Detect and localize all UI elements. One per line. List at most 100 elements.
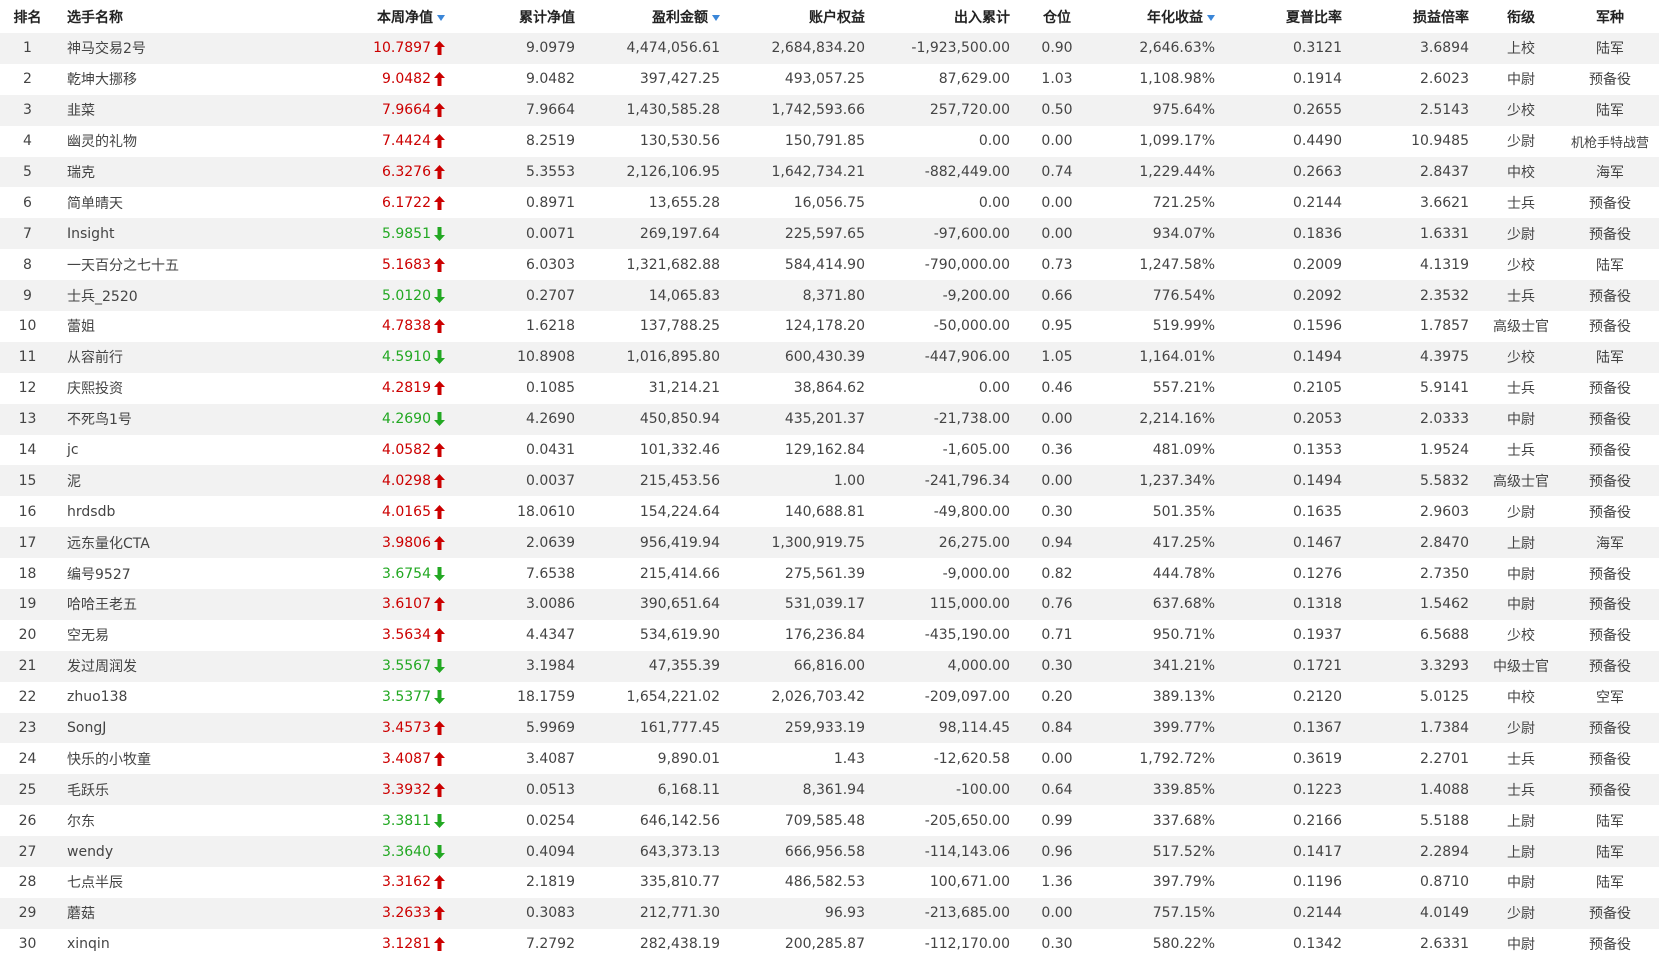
week-nav-cell: 3.4087 bbox=[335, 743, 457, 775]
player-name-link[interactable]: 从容前行 bbox=[55, 341, 335, 373]
player-name-link[interactable]: jc bbox=[55, 434, 335, 466]
player-name-link[interactable]: wendy bbox=[55, 836, 335, 868]
plratio-cell: 1.7857 bbox=[1354, 311, 1481, 342]
inout-cell: -205,650.00 bbox=[877, 805, 1022, 837]
table-row[interactable]: 10 蕾姐 4.7838 1.6218 137,788.25 124,178.2… bbox=[0, 311, 1659, 342]
player-name-link[interactable]: 编号9527 bbox=[55, 558, 335, 590]
table-row[interactable]: 14 jc 4.0582 0.0431 101,332.46 129,162.8… bbox=[0, 434, 1659, 466]
week-nav-cell: 5.0120 bbox=[335, 280, 457, 312]
table-row[interactable]: 11 从容前行 4.5910 10.8908 1,016,895.80 600,… bbox=[0, 341, 1659, 373]
player-name-link[interactable]: 空无易 bbox=[55, 619, 335, 651]
player-name-link[interactable]: 庆熙投资 bbox=[55, 372, 335, 404]
player-name-link[interactable]: xinqin bbox=[55, 928, 335, 960]
header-cum-nav[interactable]: 累计净值 bbox=[457, 0, 587, 33]
player-name-link[interactable]: 士兵_2520 bbox=[55, 280, 335, 312]
header-profit[interactable]: 盈利金额 bbox=[587, 0, 732, 33]
week-nav-cell: 3.5634 bbox=[335, 619, 457, 651]
table-row[interactable]: 18 编号9527 3.6754 7.6538 215,414.66 275,5… bbox=[0, 558, 1659, 590]
player-name-link[interactable]: SongJ bbox=[55, 712, 335, 744]
header-sharpe[interactable]: 夏普比率 bbox=[1227, 0, 1354, 33]
header-annual[interactable]: 年化收益 bbox=[1092, 0, 1227, 33]
header-rank[interactable]: 排名 bbox=[0, 0, 55, 33]
header-inout[interactable]: 出入累计 bbox=[877, 0, 1022, 33]
header-week-nav[interactable]: 本周净值 bbox=[335, 0, 457, 33]
table-row[interactable]: 9 士兵_2520 5.0120 0.2707 14,065.83 8,371.… bbox=[0, 280, 1659, 312]
player-name-link[interactable]: 韭菜 bbox=[55, 94, 335, 126]
player-name-link[interactable]: 七点半辰 bbox=[55, 867, 335, 898]
rank-title-cell: 士兵 bbox=[1481, 187, 1561, 219]
player-name-link[interactable]: 瑞克 bbox=[55, 156, 335, 188]
table-row[interactable]: 7 Insight 5.9851 0.0071 269,197.64 225,5… bbox=[0, 218, 1659, 250]
profit-cell: 646,142.56 bbox=[587, 805, 732, 837]
sharpe-cell: 0.1276 bbox=[1227, 558, 1354, 590]
table-row[interactable]: 4 幽灵的礼物 7.4424 8.2519 130,530.56 150,791… bbox=[0, 125, 1659, 157]
cum-nav-cell: 7.2792 bbox=[457, 928, 587, 960]
down-arrow-icon bbox=[434, 350, 445, 365]
plratio-cell: 2.2701 bbox=[1354, 743, 1481, 775]
profit-cell: 31,214.21 bbox=[587, 372, 732, 404]
table-row[interactable]: 28 七点半辰 3.3162 2.1819 335,810.77 486,582… bbox=[0, 867, 1659, 898]
player-name-link[interactable]: 蘑菇 bbox=[55, 897, 335, 929]
table-row[interactable]: 16 hrdsdb 4.0165 18.0610 154,224.64 140,… bbox=[0, 496, 1659, 528]
header-name[interactable]: 选手名称 bbox=[55, 0, 335, 33]
table-row[interactable]: 25 毛跃乐 3.3932 0.0513 6,168.11 8,361.94 -… bbox=[0, 774, 1659, 806]
table-row[interactable]: 13 不死鸟1号 4.2690 4.2690 450,850.94 435,20… bbox=[0, 403, 1659, 435]
table-row[interactable]: 12 庆熙投资 4.2819 0.1085 31,214.21 38,864.6… bbox=[0, 372, 1659, 404]
table-row[interactable]: 15 泥 4.0298 0.0037 215,453.56 1.00 -241,… bbox=[0, 465, 1659, 497]
table-row[interactable]: 29 蘑菇 3.2633 0.3083 212,771.30 96.93 -21… bbox=[0, 897, 1659, 929]
table-row[interactable]: 6 简单晴天 6.1722 0.8971 13,655.28 16,056.75… bbox=[0, 187, 1659, 219]
annual-cell: 2,214.16% bbox=[1092, 403, 1227, 435]
player-name-link[interactable]: 远东量化CTA bbox=[55, 527, 335, 559]
player-name-link[interactable]: 尔东 bbox=[55, 805, 335, 837]
player-name-link[interactable]: 乾坤大挪移 bbox=[55, 63, 335, 95]
player-name-link[interactable]: 发过周润发 bbox=[55, 650, 335, 682]
player-name-link[interactable]: 幽灵的礼物 bbox=[55, 125, 335, 157]
table-row[interactable]: 20 空无易 3.5634 4.4347 534,619.90 176,236.… bbox=[0, 619, 1659, 651]
player-name-link[interactable]: zhuo138 bbox=[55, 681, 335, 713]
table-row[interactable]: 8 一天百分之七十五 5.1683 6.0303 1,321,682.88 58… bbox=[0, 249, 1659, 281]
table-row[interactable]: 22 zhuo138 3.5377 18.1759 1,654,221.02 2… bbox=[0, 681, 1659, 713]
player-name-link[interactable]: 神马交易2号 bbox=[55, 33, 335, 64]
sort-down-icon[interactable] bbox=[712, 14, 720, 21]
table-row[interactable]: 5 瑞克 6.3276 5.3553 2,126,106.95 1,642,73… bbox=[0, 156, 1659, 188]
header-army[interactable]: 军种 bbox=[1561, 0, 1659, 33]
army-cell: 陆军 bbox=[1561, 867, 1659, 898]
table-row[interactable]: 24 快乐的小牧童 3.4087 3.4087 9,890.01 1.43 -1… bbox=[0, 743, 1659, 775]
army-cell: 预备役 bbox=[1561, 589, 1659, 620]
plratio-cell: 3.3293 bbox=[1354, 650, 1481, 682]
header-plratio[interactable]: 损益倍率 bbox=[1354, 0, 1481, 33]
table-row[interactable]: 23 SongJ 3.4573 5.9969 161,777.45 259,93… bbox=[0, 712, 1659, 744]
player-name-link[interactable]: 快乐的小牧童 bbox=[55, 743, 335, 775]
table-row[interactable]: 27 wendy 3.3640 0.4094 643,373.13 666,95… bbox=[0, 836, 1659, 868]
table-row[interactable]: 19 哈哈王老五 3.6107 3.0086 390,651.64 531,03… bbox=[0, 589, 1659, 620]
sort-down-icon[interactable] bbox=[1207, 14, 1215, 21]
up-arrow-icon bbox=[434, 597, 445, 612]
player-name-link[interactable]: 简单晴天 bbox=[55, 187, 335, 219]
player-name-link[interactable]: Insight bbox=[55, 218, 335, 250]
header-position[interactable]: 仓位 bbox=[1022, 0, 1092, 33]
player-name-link[interactable]: hrdsdb bbox=[55, 496, 335, 528]
table-row[interactable]: 17 远东量化CTA 3.9806 2.0639 956,419.94 1,30… bbox=[0, 527, 1659, 559]
header-rank-title[interactable]: 衔级 bbox=[1481, 0, 1561, 33]
week-nav-cell: 5.1683 bbox=[335, 249, 457, 281]
player-name-link[interactable]: 不死鸟1号 bbox=[55, 403, 335, 435]
player-name-link[interactable]: 泥 bbox=[55, 465, 335, 497]
table-row[interactable]: 21 发过周润发 3.5567 3.1984 47,355.39 66,816.… bbox=[0, 650, 1659, 682]
table-row[interactable]: 30 xinqin 3.1281 7.2792 282,438.19 200,2… bbox=[0, 928, 1659, 960]
week-nav-cell: 3.9806 bbox=[335, 527, 457, 559]
header-equity[interactable]: 账户权益 bbox=[732, 0, 877, 33]
table-row[interactable]: 26 尔东 3.3811 0.0254 646,142.56 709,585.4… bbox=[0, 805, 1659, 837]
position-cell: 0.00 bbox=[1022, 465, 1092, 497]
player-name-link[interactable]: 哈哈王老五 bbox=[55, 589, 335, 620]
table-row[interactable]: 3 韭菜 7.9664 7.9664 1,430,585.28 1,742,59… bbox=[0, 94, 1659, 126]
table-row[interactable]: 2 乾坤大挪移 9.0482 9.0482 397,427.25 493,057… bbox=[0, 63, 1659, 95]
rank-cell: 21 bbox=[0, 650, 55, 682]
sort-down-icon[interactable] bbox=[437, 14, 445, 21]
army-cell: 预备役 bbox=[1561, 712, 1659, 744]
inout-cell: -1,605.00 bbox=[877, 434, 1022, 466]
player-name-link[interactable]: 蕾姐 bbox=[55, 311, 335, 342]
player-name-link[interactable]: 一天百分之七十五 bbox=[55, 249, 335, 281]
player-name-link[interactable]: 毛跃乐 bbox=[55, 774, 335, 806]
up-arrow-icon bbox=[434, 751, 445, 766]
table-row[interactable]: 1 神马交易2号 10.7897 9.0979 4,474,056.61 2,6… bbox=[0, 33, 1659, 64]
